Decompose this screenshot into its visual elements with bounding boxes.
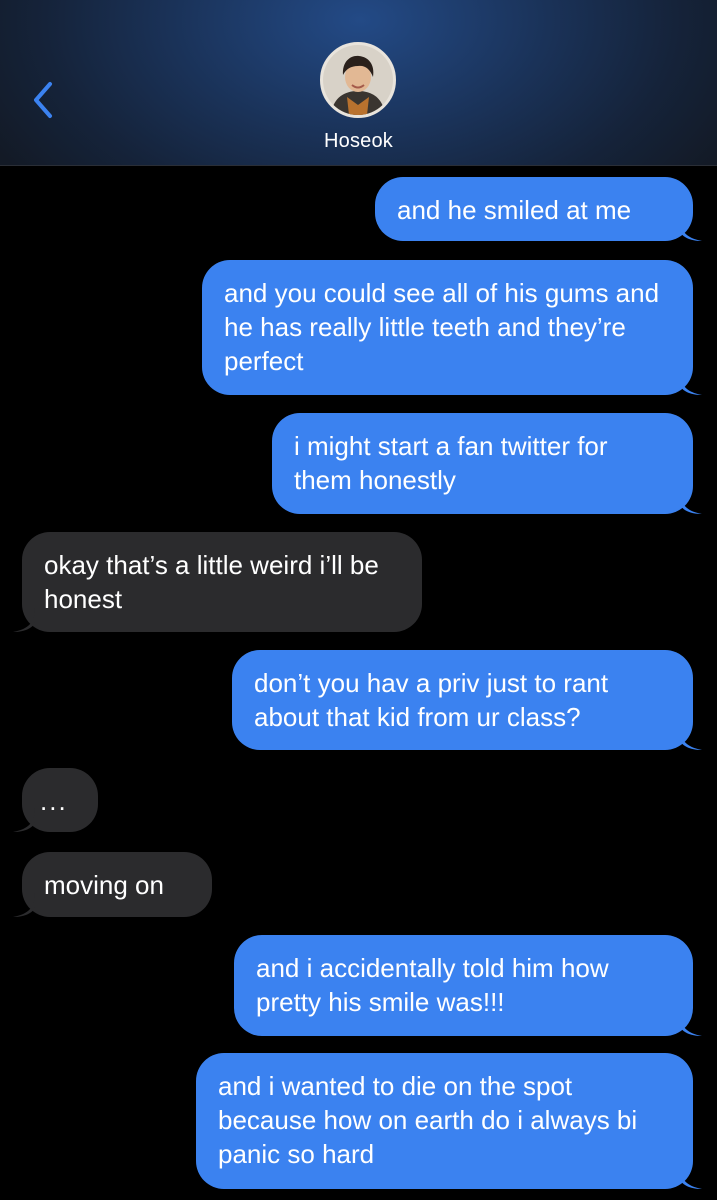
bubble-tail (13, 608, 35, 632)
message-text: ... (40, 786, 68, 816)
bubble-tail (680, 371, 702, 395)
message-text: and i wanted to die on the spot because … (218, 1071, 638, 1169)
bubble-tail (680, 1012, 702, 1036)
message-text: and you could see all of his gums and he… (224, 278, 660, 376)
message-text: moving on (44, 870, 164, 900)
contact-name[interactable]: Hoseok (0, 130, 717, 153)
message-bubble-sent[interactable]: and i wanted to die on the spot because … (196, 1053, 702, 1189)
message-bubble-sent[interactable]: and i accidentally told him how pretty h… (234, 935, 702, 1036)
message-bubble-received[interactable]: okay that’s a little weird i’ll be hones… (13, 532, 422, 632)
bubble-tail (13, 893, 35, 917)
bubble-tail (13, 808, 35, 832)
chevron-left-icon[interactable] (28, 78, 58, 122)
message-bubble-received[interactable]: moving on (13, 852, 212, 917)
message-bubble-received[interactable]: ... (13, 768, 98, 832)
message-text: and he smiled at me (397, 195, 632, 225)
message-bubble-sent[interactable]: i might start a fan twitter for them hon… (272, 413, 702, 514)
avatar-icon (323, 45, 393, 115)
bubble-tail (680, 1165, 702, 1189)
message-bubble-sent[interactable]: and he smiled at me (375, 177, 702, 241)
message-text: and i accidentally told him how pretty h… (256, 953, 609, 1017)
bubble-tail (680, 217, 702, 241)
bubble-tail (680, 726, 702, 750)
message-text: don’t you hav a priv just to rant about … (254, 668, 609, 732)
contact-avatar[interactable] (320, 42, 396, 118)
message-text: okay that’s a little weird i’ll be hones… (44, 550, 379, 614)
bubble-tail (680, 490, 702, 514)
message-text: i might start a fan twitter for them hon… (294, 431, 608, 495)
message-bubble-sent[interactable]: don’t you hav a priv just to rant about … (232, 650, 702, 750)
conversation-header: Hoseok (0, 0, 717, 166)
message-bubble-sent[interactable]: and you could see all of his gums and he… (202, 260, 702, 395)
